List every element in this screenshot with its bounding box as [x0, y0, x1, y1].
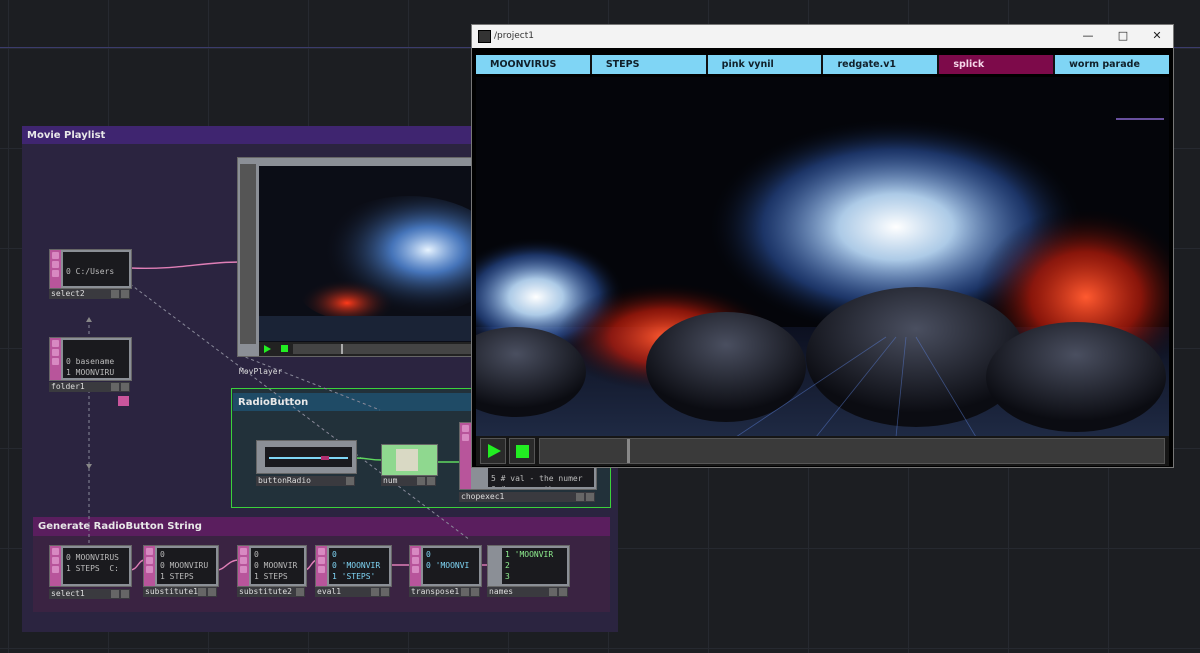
video-frame-art: [476, 77, 1169, 437]
perform-window[interactable]: /project1 — □ ✕ MOONVIRUS STEPS pink vyn…: [471, 24, 1174, 468]
buttonradio-preview: [265, 447, 352, 467]
node-side-strip: [144, 546, 155, 586]
tab-pink-vynil[interactable]: pink vynil: [707, 55, 822, 74]
close-icon[interactable]: ✕: [1147, 28, 1167, 44]
num-preview: [396, 449, 418, 471]
buttonradio-preview-selected: [321, 456, 329, 460]
play-button[interactable]: [480, 438, 506, 464]
movplayer-node[interactable]: [237, 157, 477, 357]
select2-label[interactable]: select2: [49, 289, 130, 299]
substitute1-node[interactable]: 0 0 MOONVIRU 1 STEPS: [143, 545, 219, 587]
substitute2-label[interactable]: substitute2: [237, 587, 305, 597]
minimize-icon[interactable]: —: [1078, 28, 1098, 44]
node-side-strip: [50, 546, 61, 586]
select1-node[interactable]: 0 MOONVIRUS 1 STEPS C:: [49, 545, 132, 587]
node-viewer: 0 MOONVIRUS 1 STEPS C:: [63, 548, 129, 584]
maximize-icon[interactable]: □: [1113, 28, 1133, 44]
tab-redgate[interactable]: redgate.v1: [823, 55, 938, 74]
video-display: [476, 77, 1169, 437]
node-side-strip: [50, 250, 61, 288]
play-icon: [488, 444, 501, 458]
movplayer-toolbar: [240, 164, 256, 344]
select1-label[interactable]: select1: [49, 589, 130, 599]
buttonradio-label[interactable]: buttonRadio: [256, 476, 355, 486]
folder1-extra-output[interactable]: [118, 396, 129, 406]
transpose1-node[interactable]: 0 0 'MOONVI: [409, 545, 482, 587]
tab-splick[interactable]: splick: [939, 55, 1054, 74]
chopexec1-label[interactable]: chopexec1: [459, 492, 595, 502]
movplayer-controls: [259, 342, 476, 356]
node-viewer: 1 'MOONVIR 2 3: [502, 548, 567, 584]
names-node[interactable]: 1 'MOONVIR 2 3: [487, 545, 570, 587]
app-icon: [478, 30, 491, 43]
node-viewer: 0 0 MOONVIRU 1 STEPS: [157, 548, 216, 584]
node-side-strip: [410, 546, 421, 586]
eval1-node[interactable]: 0 0 'MOONVIR 1 'STEPS': [315, 545, 392, 587]
node-side-strip: [50, 338, 61, 380]
tab-worm-parade[interactable]: worm parade: [1055, 55, 1169, 74]
folder1-label[interactable]: folder1: [49, 382, 130, 392]
eval1-label[interactable]: eval1: [315, 587, 390, 597]
node-side-strip: [460, 423, 471, 489]
stop-icon[interactable]: [281, 345, 288, 352]
play-icon[interactable]: [264, 345, 271, 353]
node-side-strip: [316, 546, 327, 586]
playback-controls: [476, 436, 1169, 466]
stop-button[interactable]: [509, 438, 535, 464]
window-titlebar[interactable]: /project1 — □ ✕: [472, 25, 1173, 48]
tab-moonvirus[interactable]: MOONVIRUS: [476, 55, 590, 74]
select2-node[interactable]: 0 C:/Users: [49, 249, 132, 289]
names-label[interactable]: names: [487, 587, 568, 597]
window-title: /project1: [494, 31, 534, 41]
node-viewer: 0 0 'MOONVI: [423, 548, 479, 584]
movplayer-preview: [259, 166, 476, 344]
buttonradio-node[interactable]: [256, 440, 357, 474]
node-viewer: 0 0 MOONVIR 1 STEPS: [251, 548, 304, 584]
seek-playhead[interactable]: [627, 439, 631, 463]
node-viewer: 0 C:/Users: [63, 252, 129, 286]
node-side-strip: [238, 546, 249, 586]
substitute1-label[interactable]: substitute1: [143, 587, 217, 597]
seek-bar[interactable]: [539, 438, 1165, 464]
movplayer-seek[interactable]: [293, 344, 474, 354]
substitute2-node[interactable]: 0 0 MOONVIR 1 STEPS: [237, 545, 307, 587]
movplayer-preview-art: [259, 166, 476, 341]
tab-steps[interactable]: STEPS: [591, 55, 706, 74]
movplayer-label[interactable]: MovPlayer: [237, 367, 477, 377]
num-node[interactable]: [381, 444, 438, 476]
node-viewer: 0 0 'MOONVIR 1 'STEPS': [329, 548, 389, 584]
num-label[interactable]: num: [381, 476, 436, 486]
folder1-node[interactable]: 0 basename 1 MOONVIRU: [49, 337, 132, 381]
node-viewer: 0 basename 1 MOONVIRU: [63, 340, 129, 378]
transpose1-label[interactable]: transpose1: [409, 587, 480, 597]
radio-tabs: MOONVIRUS STEPS pink vynil redgate.v1 sp…: [476, 55, 1169, 74]
buttonradio-preview-bar: [269, 457, 348, 459]
stop-icon: [516, 445, 529, 458]
